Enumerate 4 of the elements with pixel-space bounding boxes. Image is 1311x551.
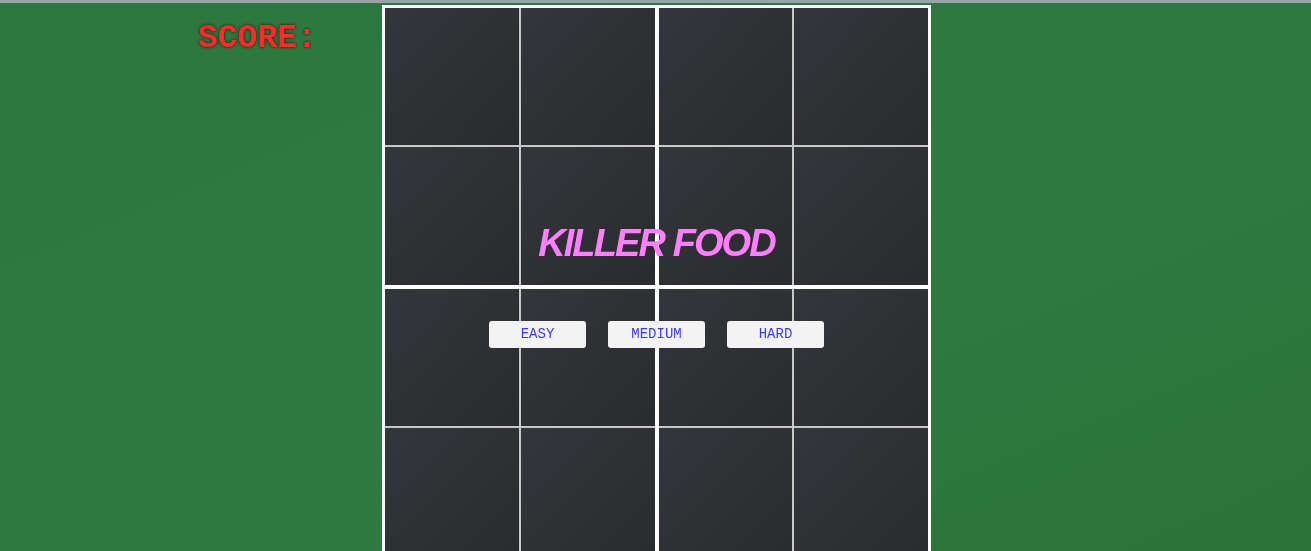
score-label: SCORE: <box>198 20 317 57</box>
difficulty-button[interactable]: MEDIUM <box>608 321 705 348</box>
difficulty-button[interactable]: EASY <box>489 321 586 348</box>
difficulty-button[interactable]: HARD <box>727 321 824 348</box>
